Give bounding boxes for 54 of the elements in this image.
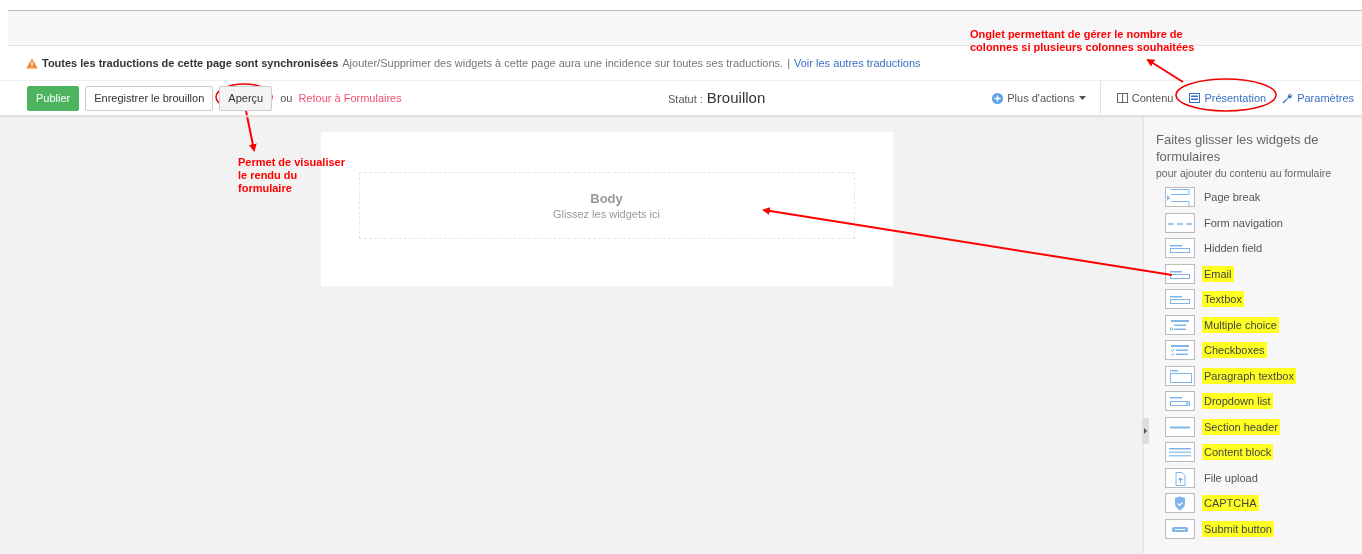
translations-link[interactable]: Voir les autres traductions xyxy=(794,57,921,69)
layout-icon xyxy=(1189,92,1201,104)
button-icon[interactable] xyxy=(1165,518,1195,539)
widget-label[interactable]: File upload xyxy=(1202,469,1260,486)
zone-hint: Glissez les widgets ici xyxy=(553,208,660,220)
caret-icon xyxy=(1078,96,1086,100)
list-icon[interactable] xyxy=(1165,314,1195,335)
widget-label[interactable]: Hidden field xyxy=(1202,240,1265,256)
tab[interactable]: Contenu xyxy=(1108,92,1182,104)
annotation-arrow xyxy=(1146,58,1184,83)
widget-label[interactable]: Email xyxy=(1202,265,1234,282)
widget-label[interactable]: Dropdown list xyxy=(1202,393,1273,409)
collapse-handle[interactable] xyxy=(1142,418,1149,444)
widget-label[interactable]: Paragraph textbox xyxy=(1202,367,1296,384)
back-link[interactable]: Retour à Formulaires xyxy=(298,92,402,104)
widget-label[interactable]: CAPTCHA xyxy=(1202,495,1259,511)
widget-label[interactable]: Form navigation xyxy=(1202,214,1285,231)
widget-label[interactable]: Checkboxes xyxy=(1202,342,1267,358)
annotation-text: Permet de visualiser le rendu du formulaire xyxy=(238,156,346,195)
or-text: ou xyxy=(280,92,293,104)
notice-text: Ajouter/Supprimer des widgets à cette page aura une incidence sur toutes ses traductions. xyxy=(342,57,784,69)
caret-icon xyxy=(1144,428,1147,434)
text-field-icon[interactable] xyxy=(1165,238,1195,258)
annotation-arrow xyxy=(245,110,257,152)
separator: | xyxy=(787,57,790,69)
warning-icon xyxy=(26,57,38,69)
tab[interactable]: Paramètres xyxy=(1274,92,1362,104)
dropdown-icon[interactable] xyxy=(1165,391,1195,411)
text-area-icon[interactable] xyxy=(1165,365,1195,386)
widget-label[interactable]: Section header xyxy=(1202,418,1280,435)
text-lines-icon[interactable] xyxy=(1165,442,1195,462)
status-label: Statut : xyxy=(668,93,703,105)
plus-icon xyxy=(992,92,1004,104)
shield-icon[interactable] xyxy=(1165,493,1195,513)
widget-label[interactable]: Textbox xyxy=(1202,291,1244,307)
widget-label[interactable]: Multiple choice xyxy=(1202,316,1279,333)
wrench-icon xyxy=(1282,92,1294,104)
notice-title: Toutes les traductions de cette page sont synchronisées xyxy=(42,57,339,69)
text-field-icon[interactable] xyxy=(1165,289,1195,309)
checklist-icon[interactable] xyxy=(1165,340,1195,360)
text-field-icon[interactable] xyxy=(1165,263,1195,284)
widget-label[interactable]: Content block xyxy=(1202,444,1274,460)
widget-label[interactable]: Page break xyxy=(1202,189,1263,205)
upload-icon[interactable] xyxy=(1165,467,1195,488)
columns-icon xyxy=(1116,92,1128,104)
zone-title: Body xyxy=(590,191,623,206)
annotation-text: Onglet permettant de gérer le nombre de colonnes si plusieurs colonnes souhaitées xyxy=(970,28,1196,54)
panel-subtitle: pour ajouter du contenu au formulaire xyxy=(1156,167,1333,179)
widget-label[interactable]: Submit button xyxy=(1202,520,1274,537)
status-value: Brouillon xyxy=(706,89,766,106)
panel-title: Faites glisser les widgets de formulaires xyxy=(1156,131,1320,165)
page-break-icon[interactable] xyxy=(1165,187,1195,207)
tab[interactable]: Présentation xyxy=(1181,92,1275,104)
toolbar-button[interactable]: Enregistrer le brouillon xyxy=(85,85,214,111)
